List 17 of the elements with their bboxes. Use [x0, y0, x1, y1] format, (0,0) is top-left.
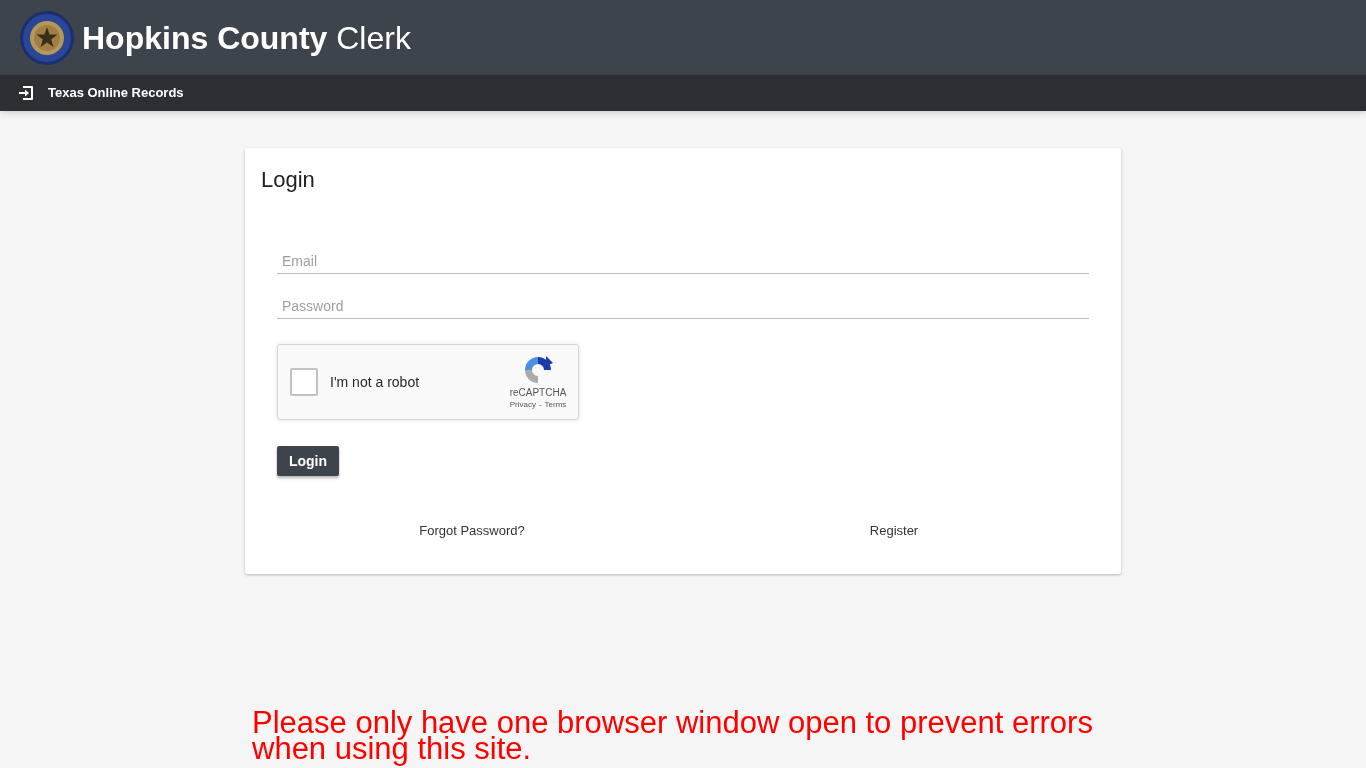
- card-title: Login: [261, 166, 316, 194]
- login-button[interactable]: Login: [277, 446, 339, 476]
- circular-arrows-icon: [522, 353, 554, 386]
- email-field[interactable]: Email: [277, 248, 1089, 274]
- captcha-label: I'm not a robot: [330, 372, 420, 392]
- site-title: Hopkins County Clerk: [82, 21, 411, 54]
- captcha-link[interactable]: Terms: [544, 398, 567, 411]
- nav-link[interactable]: Texas Online Records: [18, 83, 184, 103]
- text-link[interactable]: Register: [869, 521, 919, 541]
- captcha-brand: reCAPTCHA: [509, 386, 567, 399]
- link-separator: -: [538, 398, 542, 411]
- captcha-checkbox[interactable]: [290, 368, 318, 396]
- text-link[interactable]: Forgot Password?: [419, 521, 525, 541]
- arrow-into-box-icon: [18, 85, 34, 101]
- captcha-link[interactable]: Privacy: [509, 398, 536, 411]
- password-field[interactable]: Password: [277, 293, 1089, 319]
- seal-icon: [20, 10, 74, 65]
